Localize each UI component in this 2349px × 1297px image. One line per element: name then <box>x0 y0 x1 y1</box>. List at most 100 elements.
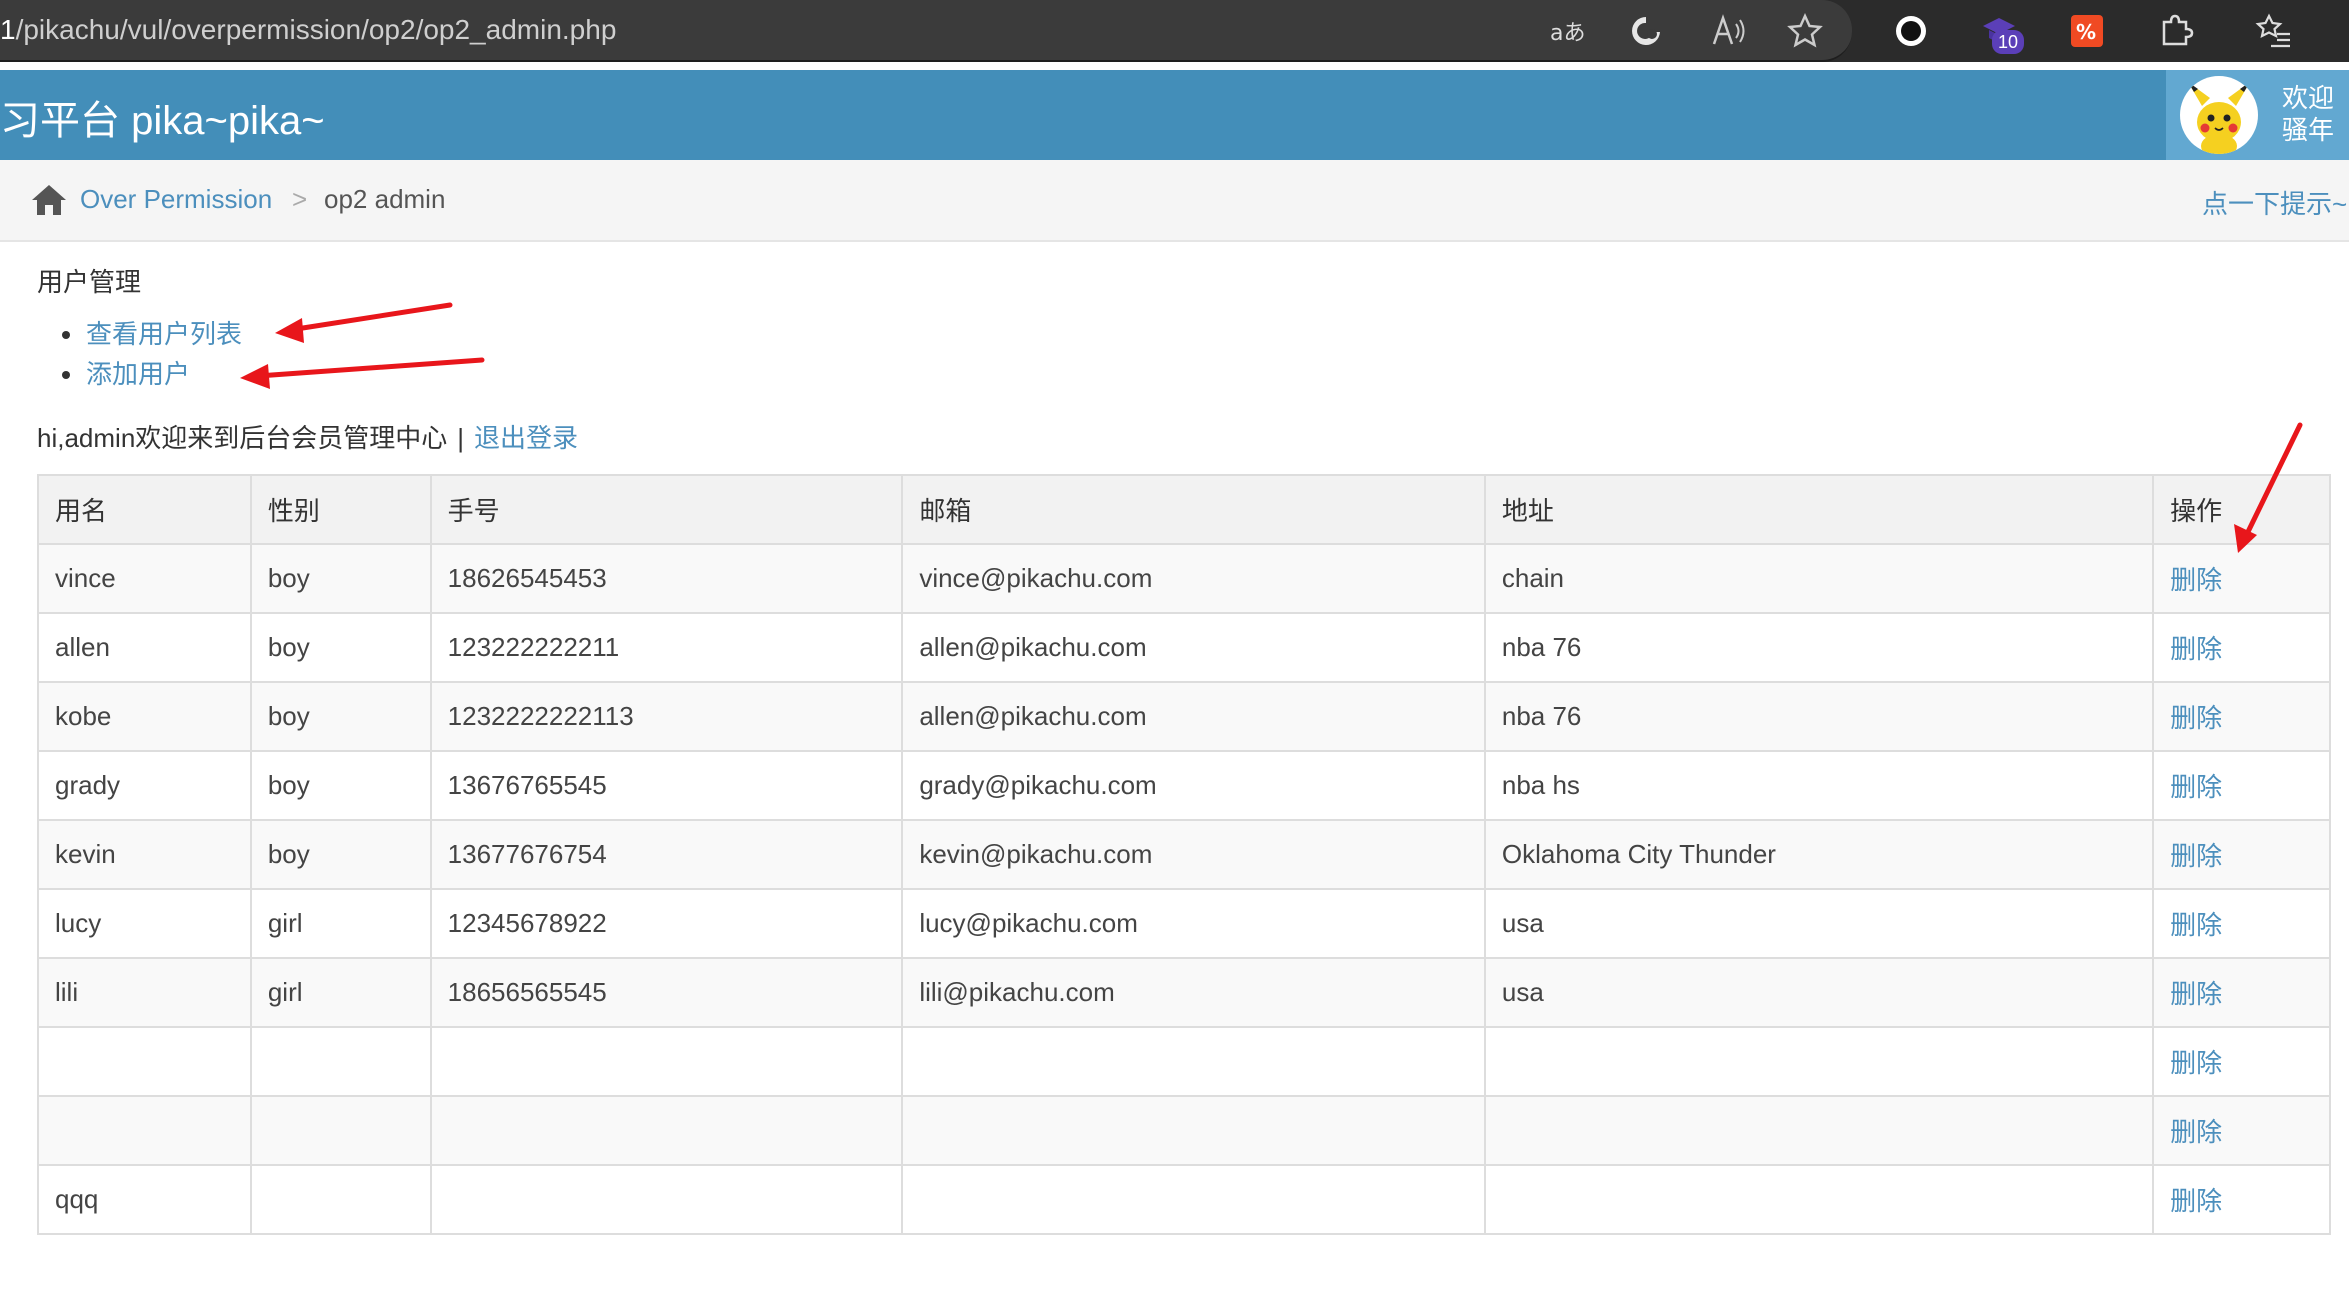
cell-action: 删除 <box>2152 957 2331 1028</box>
cell-phone <box>429 1026 904 1097</box>
cell-action: 删除 <box>2152 1095 2331 1166</box>
table-row: allen boy 123222222211 allen@pikachu.com… <box>37 612 2331 683</box>
arrow-to-view-user-list <box>275 302 453 343</box>
url-path: /pikachu/vul/overpermission/op2/op2_admi… <box>15 14 617 45</box>
cell-action: 删除 <box>2152 612 2331 683</box>
cell-email: lili@pikachu.com <box>901 957 1486 1028</box>
section-title: 用户管理 <box>37 267 142 297</box>
welcome-line-1: 欢迎 <box>2282 83 2335 113</box>
cell-email: allen@pikachu.com <box>901 612 1486 683</box>
table-row: kevin boy 13677676754 kevin@pikachu.com … <box>37 819 2331 890</box>
arrow-to-add-user <box>240 357 485 389</box>
greeting-line: hi,admin欢迎来到后台会员管理中心 | 退出登录 <box>37 418 578 455</box>
cell-username: qqq <box>37 1164 252 1235</box>
svg-text:aあ: aあ <box>1550 21 1585 46</box>
read-aloud-icon[interactable] <box>1710 12 1748 50</box>
cell-email: allen@pikachu.com <box>901 681 1486 752</box>
delete-link[interactable]: 删除 <box>2170 979 2222 1009</box>
table-row: lili girl 18656565545 lili@pikachu.com u… <box>37 957 2331 1028</box>
breadcrumb-current: op2 admin <box>324 184 446 214</box>
view-user-list-link[interactable]: 查看用户列表 <box>86 319 242 349</box>
cell-sex <box>249 1026 432 1097</box>
cell-phone <box>429 1164 904 1235</box>
favorites-list-icon[interactable] <box>2255 12 2293 50</box>
cell-username <box>37 1026 252 1097</box>
greeting-text: hi,admin欢迎来到后台会员管理中心 <box>37 423 448 453</box>
cell-email: vince@pikachu.com <box>901 543 1486 614</box>
cell-email: kevin@pikachu.com <box>901 819 1486 890</box>
extension-badge: 10 <box>1992 30 2025 54</box>
record-extension-icon[interactable] <box>1892 12 1930 50</box>
greeting-separator: | <box>457 423 465 453</box>
cell-action: 删除 <box>2152 750 2331 821</box>
edge-refresh-icon[interactable] <box>1627 12 1665 50</box>
cell-phone: 123222222211 <box>429 612 904 683</box>
cell-username: grady <box>37 750 252 821</box>
delete-link[interactable]: 删除 <box>2170 910 2222 940</box>
cell-username: kobe <box>37 681 252 752</box>
cell-address: usa <box>1483 888 2155 959</box>
cell-username: kevin <box>37 819 252 890</box>
pikachu-avatar <box>2180 76 2258 154</box>
delete-link[interactable]: 删除 <box>2170 841 2222 871</box>
cell-address: nba 76 <box>1483 681 2155 752</box>
site-title[interactable]: 习平台 pika~pika~ <box>0 88 325 146</box>
user-menu[interactable]: 欢迎 骚年 <box>2166 70 2349 160</box>
cell-phone: 13676765545 <box>429 750 904 821</box>
delete-link[interactable]: 删除 <box>2170 1186 2222 1216</box>
admin-menu: 查看用户列表 添加用户 <box>58 314 242 394</box>
url-prefix: 1 <box>0 14 16 45</box>
cell-phone: 1232222222113 <box>429 681 904 752</box>
column-header-action: 操作 <box>2152 474 2331 545</box>
delete-link[interactable]: 删除 <box>2170 1048 2222 1078</box>
url-text[interactable]: 1/pikachu/vul/overpermission/op2/op2_adm… <box>0 14 616 46</box>
home-icon[interactable] <box>30 182 68 218</box>
welcome-line-2: 骚年 <box>2282 115 2335 145</box>
cell-phone: 12345678922 <box>429 888 904 959</box>
site-header: 习平台 pika~pika~ 欢迎 骚年 <box>0 70 2349 160</box>
delete-link[interactable]: 删除 <box>2170 703 2222 733</box>
cell-username: allen <box>37 612 252 683</box>
table-header-row: 用名 性别 手号 邮箱 地址 操作 <box>37 474 2331 545</box>
table-row: lucy girl 12345678922 lucy@pikachu.com u… <box>37 888 2331 959</box>
cell-address: usa <box>1483 957 2155 1028</box>
cell-sex: boy <box>249 819 432 890</box>
cell-address <box>1483 1164 2155 1235</box>
cell-sex: boy <box>249 681 432 752</box>
cell-sex: boy <box>249 750 432 821</box>
cell-address: nba 76 <box>1483 612 2155 683</box>
delete-link[interactable]: 删除 <box>2170 565 2222 595</box>
cell-username: lili <box>37 957 252 1028</box>
cell-address: chain <box>1483 543 2155 614</box>
delete-link[interactable]: 删除 <box>2170 634 2222 664</box>
cell-email: lucy@pikachu.com <box>901 888 1486 959</box>
hint-link[interactable]: 点一下提示~ <box>2202 184 2347 221</box>
breadcrumb-over-permission[interactable]: Over Permission <box>80 184 272 215</box>
logout-link[interactable]: 退出登录 <box>474 423 578 453</box>
table-row: grady boy 13676765545 grady@pikachu.com … <box>37 750 2331 821</box>
cell-email <box>901 1095 1486 1166</box>
cell-sex: girl <box>249 957 432 1028</box>
table-row: 删除 <box>37 1026 2331 1097</box>
delete-link[interactable]: 删除 <box>2170 1117 2222 1147</box>
menu-item: 添加用户 <box>58 354 242 394</box>
translate-extension-icon[interactable]: % <box>2068 12 2106 50</box>
cell-email <box>901 1026 1486 1097</box>
cell-action: 删除 <box>2152 1164 2331 1235</box>
breadcrumb-separator: > <box>292 184 308 214</box>
cell-sex: boy <box>249 612 432 683</box>
delete-link[interactable]: 删除 <box>2170 772 2222 802</box>
welcome-text: 欢迎 骚年 <box>2282 82 2334 146</box>
address-bar[interactable]: 1/pikachu/vul/overpermission/op2/op2_adm… <box>0 0 1852 62</box>
add-user-link[interactable]: 添加用户 <box>86 359 190 389</box>
favorite-star-icon[interactable] <box>1786 12 1824 50</box>
translate-icon[interactable]: aあ <box>1548 12 1586 50</box>
cell-action: 删除 <box>2152 888 2331 959</box>
cell-phone: 18626545453 <box>429 543 904 614</box>
extensions-puzzle-icon[interactable] <box>2156 12 2194 50</box>
cell-username: vince <box>37 543 252 614</box>
menu-item: 查看用户列表 <box>58 314 242 354</box>
column-header-sex: 性别 <box>249 474 432 545</box>
breadcrumb: Over Permission > op2 admin 点一下提示~ <box>0 160 2349 242</box>
cell-sex: boy <box>249 543 432 614</box>
